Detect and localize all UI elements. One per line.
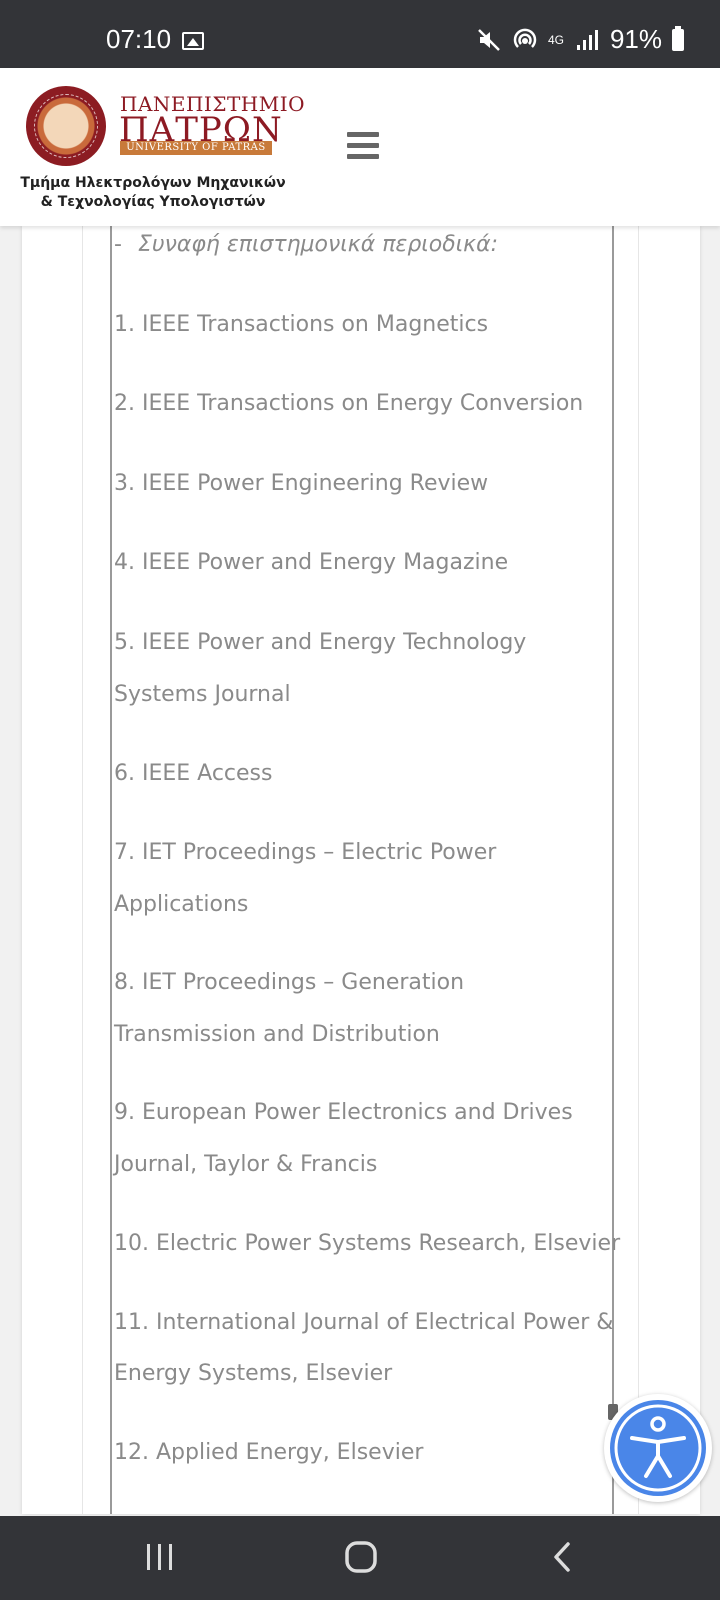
journals-subheading: - Συναφή επιστημονικά περιοδικά: bbox=[114, 232, 498, 257]
journal-item-5-line2: Systems Journal bbox=[114, 682, 291, 707]
battery-percent: 91% bbox=[609, 24, 662, 54]
home-icon[interactable] bbox=[332, 1536, 392, 1580]
site-header: ΠΑΝΕΠΙΣΤΗΜΙΟ ΠΑΤΡΩΝ UNIVERSITY OF PATRAS… bbox=[0, 68, 720, 226]
university-name-en: UNIVERSITY OF PATRAS bbox=[120, 141, 272, 155]
journal-item-7-line1: 7. IET Proceedings – Electric Power bbox=[114, 840, 497, 865]
journal-item-2: 2. IEEE Transactions on Energy Conversio… bbox=[114, 391, 584, 416]
status-time: 07:10 bbox=[106, 24, 172, 54]
status-icons: 4G 91% bbox=[476, 24, 684, 55]
gallery-icon bbox=[182, 32, 204, 50]
journal-item-9-line2: Journal, Taylor & Francis bbox=[114, 1152, 378, 1177]
accessibility-icon bbox=[614, 1404, 702, 1492]
journal-item-10: 10. Electric Power Systems Research, Els… bbox=[114, 1231, 621, 1256]
recent-apps-icon[interactable] bbox=[130, 1536, 190, 1580]
journal-item-12: 12. Applied Energy, Elsevier bbox=[114, 1440, 424, 1465]
subheading-dash: - bbox=[114, 232, 122, 257]
battery-icon bbox=[672, 25, 684, 51]
journal-item-3: 3. IEEE Power Engineering Review bbox=[114, 471, 489, 496]
column-divider-left bbox=[82, 226, 83, 1514]
android-nav-bar bbox=[0, 1516, 720, 1600]
back-icon[interactable] bbox=[534, 1536, 594, 1580]
hotspot-icon bbox=[513, 28, 537, 48]
journal-item-7-line2: Applications bbox=[114, 892, 249, 917]
journal-item-11-line2: Energy Systems, Elsevier bbox=[114, 1361, 393, 1386]
department-name-line1: Τμήμα Ηλεκτρολόγων Μηχανικών bbox=[20, 175, 286, 191]
journal-item-4: 4. IEEE Power and Energy Magazine bbox=[114, 550, 509, 575]
journal-item-6: 6. IEEE Access bbox=[114, 761, 273, 786]
network-4g-icon: 4G bbox=[547, 32, 564, 47]
journal-item-9-line1: 9. European Power Electronics and Drives bbox=[114, 1100, 573, 1125]
journal-item-11-line1: 11. International Journal of Electrical … bbox=[114, 1310, 614, 1335]
journal-item-8-line2: Transmission and Distribution bbox=[114, 1022, 440, 1047]
signal-icon bbox=[576, 29, 598, 50]
accessibility-button[interactable] bbox=[604, 1394, 712, 1502]
mute-icon bbox=[478, 28, 500, 51]
journal-item-8-line1: 8. IET Proceedings – Generation bbox=[114, 970, 465, 995]
university-seal-logo[interactable] bbox=[26, 86, 106, 166]
column-divider-right bbox=[638, 226, 639, 1514]
journal-item-5-line1: 5. IEEE Power and Energy Technology bbox=[114, 630, 527, 655]
subheading-text: Συναφή επιστημονικά περιοδικά: bbox=[137, 232, 498, 257]
hamburger-menu-icon[interactable] bbox=[347, 132, 379, 162]
status-bar: 07:10 4G 91% bbox=[0, 0, 720, 68]
department-name-line2: & Τεχνολογίας Υπολογιστών bbox=[40, 194, 266, 210]
journal-item-1: 1. IEEE Transactions on Magnetics bbox=[114, 312, 489, 337]
